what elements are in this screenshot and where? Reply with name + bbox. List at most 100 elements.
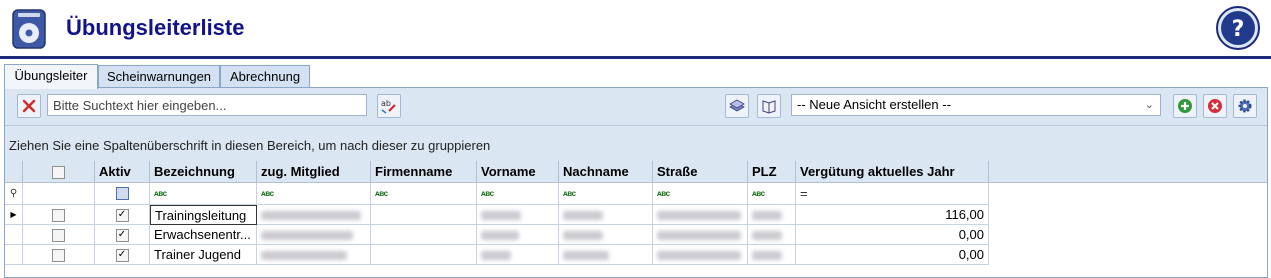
table-cell-verguetung: 116,00: [796, 205, 989, 225]
row-select-checkbox[interactable]: [52, 229, 65, 243]
current-row-indicator: ▶: [5, 205, 23, 225]
column-header-zug-mitglied[interactable]: zug. Mitglied: [257, 161, 371, 183]
content-panel: ab -- Neue Ansicht erstellen -- ⌄: [4, 87, 1268, 278]
text-filter-icon: ᴀʙᴄ: [154, 189, 167, 198]
column-header-firmenname[interactable]: Firmenname: [371, 161, 477, 183]
clear-search-button[interactable]: [17, 94, 41, 118]
table-cell-mitglied: [257, 225, 371, 245]
filter-plz[interactable]: ᴀʙᴄ: [748, 183, 796, 205]
table-cell-firmenname: [371, 225, 477, 245]
filter-firmenname[interactable]: ᴀʙᴄ: [371, 183, 477, 205]
data-grid: Aktiv Bezeichnung zug. Mitglied Firmenna…: [5, 161, 1267, 277]
text-filter-icon: ᴀʙᴄ: [481, 189, 494, 198]
book-icon: [762, 100, 776, 114]
table-cell-vorname: [477, 245, 559, 265]
table-cell-firmenname: [371, 245, 477, 265]
column-header-vorname[interactable]: Vorname: [477, 161, 559, 183]
text-filter-icon: ᴀʙᴄ: [261, 189, 274, 198]
aktiv-checkbox-checked[interactable]: ✓: [115, 229, 129, 243]
aktiv-checkbox-checked[interactable]: ✓: [115, 249, 129, 263]
row-select[interactable]: [23, 225, 95, 245]
layers-button[interactable]: [725, 94, 749, 118]
group-hint: Ziehen Sie eine Spaltenüberschrift in di…: [9, 138, 491, 153]
text-filter-icon: ᴀʙᴄ: [375, 189, 388, 198]
row-select-checkbox[interactable]: [52, 209, 65, 223]
table-cell-nachname: [559, 205, 653, 225]
table-cell-mitglied: [257, 205, 371, 225]
close-icon: [22, 99, 36, 113]
filter-bezeichnung[interactable]: ᴀʙᴄ: [150, 183, 257, 205]
table-cell-bezeichnung[interactable]: Erwachsenentr...: [150, 225, 257, 245]
page-title: Übungsleiterliste: [66, 15, 245, 40]
table-cell-bezeichnung[interactable]: Trainingsleitung: [150, 205, 257, 225]
row-aktiv[interactable]: ✓: [95, 245, 150, 265]
tab-uebungsleiter[interactable]: Übungsleiter: [4, 64, 98, 89]
filter-vorname[interactable]: ᴀʙᴄ: [477, 183, 559, 205]
add-view-button[interactable]: [1173, 94, 1197, 118]
gear-icon: [1238, 99, 1252, 113]
column-header-plz[interactable]: PLZ: [748, 161, 796, 183]
plus-circle-icon: [1178, 99, 1192, 113]
text-filter-icon: ᴀʙᴄ: [657, 189, 670, 198]
filter-row-indicator: ⚲: [5, 183, 23, 205]
table-cell-strasse: [653, 205, 748, 225]
toolbar: ab -- Neue Ansicht erstellen -- ⌄: [5, 88, 1267, 124]
row-aktiv[interactable]: ✓: [95, 205, 150, 225]
column-header-bezeichnung[interactable]: Bezeichnung: [150, 161, 257, 183]
column-header-filler: [989, 161, 1267, 183]
table-cell-plz: [748, 225, 796, 245]
text-filter-icon: ᴀʙᴄ: [563, 189, 576, 198]
row-indicator: [5, 225, 23, 245]
spellcheck-icon: ab: [381, 99, 396, 114]
table-cell-vorname: [477, 205, 559, 225]
table-cell-firmenname: [371, 205, 477, 225]
header-divider: [0, 56, 1271, 59]
group-by-area[interactable]: Ziehen Sie eine Spaltenüberschrift in di…: [5, 125, 1267, 162]
filter-strasse[interactable]: ᴀʙᴄ: [653, 183, 748, 205]
row-select[interactable]: [23, 205, 95, 225]
table-cell-nachname: [559, 225, 653, 245]
table-cell-strasse: [653, 225, 748, 245]
column-header-aktiv[interactable]: Aktiv: [95, 161, 150, 183]
column-header-strasse[interactable]: Straße: [653, 161, 748, 183]
select-all-header[interactable]: [23, 161, 95, 183]
app-header: Übungsleiterliste ?: [0, 0, 1271, 58]
delete-view-button[interactable]: [1203, 94, 1227, 118]
tab-abrechnung[interactable]: Abrechnung: [220, 65, 310, 88]
row-select-checkbox[interactable]: [52, 249, 65, 263]
select-all-checkbox[interactable]: [52, 166, 65, 180]
filter-aktiv-checkbox[interactable]: [115, 187, 129, 201]
column-header-nachname[interactable]: Nachname: [559, 161, 653, 183]
row-indicator-header: [5, 161, 23, 183]
table-cell-plz: [748, 205, 796, 225]
help-icon[interactable]: ?: [1215, 5, 1261, 51]
svg-text:?: ?: [1232, 17, 1245, 42]
table-cell-strasse: [653, 245, 748, 265]
view-select-value: -- Neue Ansicht erstellen --: [797, 97, 951, 112]
spellcheck-button[interactable]: ab: [377, 94, 401, 118]
filter-verguetung[interactable]: =: [796, 183, 989, 205]
chevron-down-icon: ⌄: [1144, 99, 1154, 111]
filter-zug-mitglied[interactable]: ᴀʙᴄ: [257, 183, 371, 205]
filter-nachname[interactable]: ᴀʙᴄ: [559, 183, 653, 205]
view-select[interactable]: -- Neue Ansicht erstellen -- ⌄: [791, 94, 1161, 116]
row-indicator: [5, 245, 23, 265]
column-header-verguetung[interactable]: Vergütung aktuelles Jahr: [796, 161, 989, 183]
table-cell-bezeichnung[interactable]: Trainer Jugend: [150, 245, 257, 265]
row-aktiv[interactable]: ✓: [95, 225, 150, 245]
tab-scheinwarnungen[interactable]: Scheinwarnungen: [98, 65, 220, 88]
aktiv-checkbox-checked[interactable]: ✓: [115, 209, 129, 223]
filter-select[interactable]: [23, 183, 95, 205]
book-button[interactable]: [757, 94, 781, 118]
search-input[interactable]: [47, 94, 367, 116]
row-select[interactable]: [23, 245, 95, 265]
table-cell-nachname: [559, 245, 653, 265]
settings-button[interactable]: [1233, 94, 1257, 118]
svg-text:ab: ab: [381, 99, 391, 108]
table-cell-verguetung: 0,00: [796, 225, 989, 245]
table-cell-mitglied: [257, 245, 371, 265]
table-cell-vorname: [477, 225, 559, 245]
disk-app-icon: [12, 9, 46, 49]
table-cell-plz: [748, 245, 796, 265]
filter-aktiv[interactable]: [95, 183, 150, 205]
